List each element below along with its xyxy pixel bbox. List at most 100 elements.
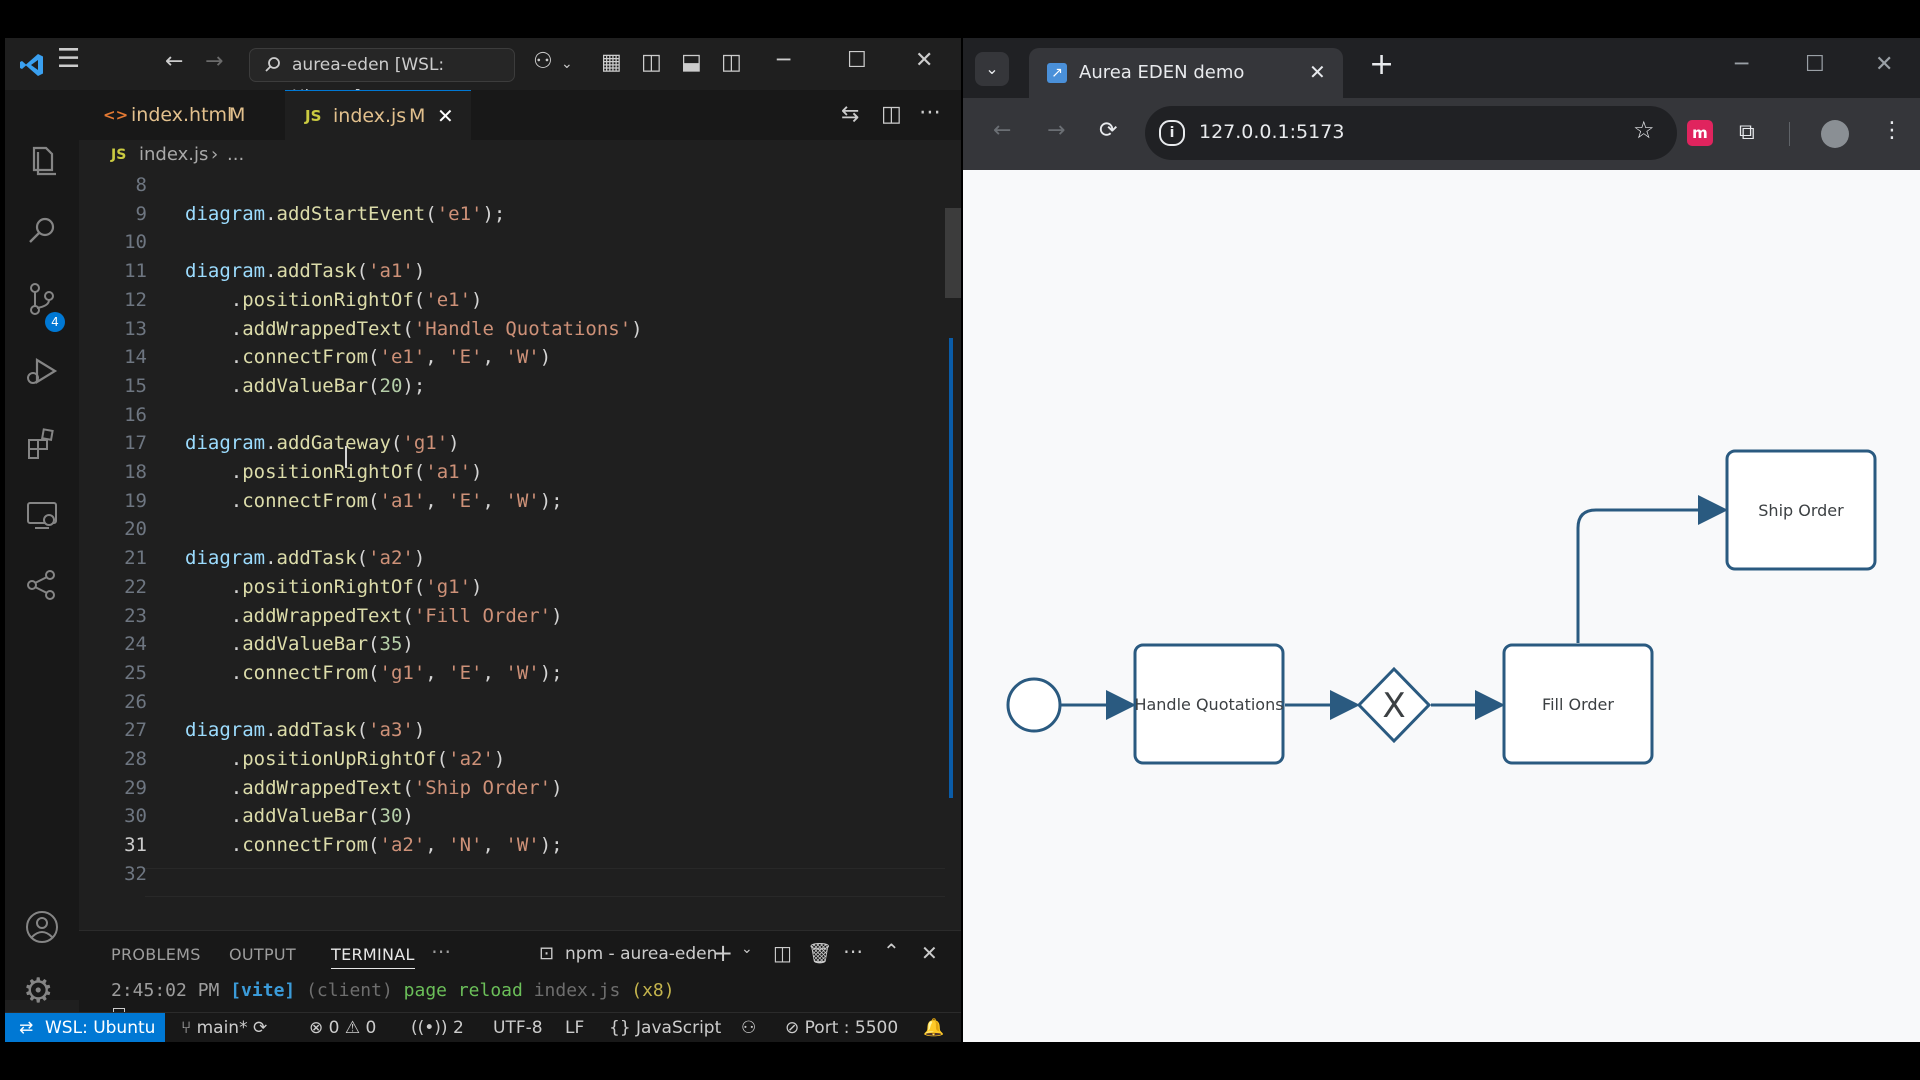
- terminal-scope: (client): [306, 980, 393, 1001]
- terminal-time: 2:45:02 PM: [111, 980, 220, 1001]
- new-tab-plus-icon[interactable]: +: [1369, 50, 1394, 80]
- copilot-status-icon[interactable]: ⚇: [741, 1013, 756, 1042]
- editor-scrollbar-thumb[interactable]: [945, 208, 961, 298]
- code-line: .positionUpRightOf('a2'): [185, 748, 506, 770]
- gateway-marker: X: [1382, 686, 1405, 726]
- tab-index-html[interactable]: <> index.html M: [79, 90, 285, 140]
- close-panel-icon[interactable]: ✕: [921, 941, 938, 965]
- back-arrow-icon[interactable]: ←: [993, 118, 1011, 143]
- open-changes-icon[interactable]: ⇆: [841, 104, 859, 126]
- browser-toolbar: ← → ⟳ i 127.0.0.1:5173 ☆ m ⧉ ⋮: [963, 98, 1920, 170]
- maximize-icon[interactable]: ☐: [847, 50, 867, 72]
- bookmark-star-icon[interactable]: ☆: [1633, 116, 1655, 144]
- encoding-indicator[interactable]: UTF-8: [493, 1013, 543, 1042]
- terminal-output-line: 2:45:02 PM [vite] (client) page reload i…: [111, 980, 675, 1001]
- ports-indicator[interactable]: ((•)) 2: [411, 1013, 464, 1042]
- split-terminal-icon[interactable]: ◫: [773, 941, 792, 965]
- site-info-icon[interactable]: i: [1159, 120, 1185, 146]
- diagram-extension-icon[interactable]: [23, 566, 61, 604]
- toggle-panel-icon[interactable]: ⬓: [681, 52, 702, 74]
- remote-indicator[interactable]: ⇄ WSL: Ubuntu: [5, 1013, 165, 1042]
- favicon-icon: ↗: [1047, 63, 1067, 83]
- gateway-g1[interactable]: X: [1356, 666, 1432, 744]
- customize-layout-icon[interactable]: ▦: [601, 52, 622, 74]
- run-and-debug-icon[interactable]: [23, 352, 61, 390]
- new-terminal-icon[interactable]: +: [713, 939, 733, 967]
- sequence-flow-a2-a3: [1576, 495, 1728, 643]
- code-line: .connectFrom('e1', 'E', 'W'): [185, 346, 552, 369]
- toggle-secondary-sidebar-icon[interactable]: ◫: [721, 52, 742, 74]
- code-editor[interactable]: 8 9 diagram.addStartEvent('e1'); 10 11 diagra…: [79, 170, 949, 930]
- more-panel-tabs-icon[interactable]: ⋯: [431, 939, 451, 963]
- js-file-icon: JS: [111, 147, 127, 163]
- tab-search-chevron-icon[interactable]: ⌄: [975, 52, 1009, 86]
- accounts-icon[interactable]: [23, 908, 61, 946]
- terminal-name[interactable]: npm - aurea-eden: [565, 944, 717, 964]
- back-arrow-icon[interactable]: ←: [165, 51, 183, 73]
- eol-indicator[interactable]: LF: [565, 1013, 584, 1042]
- breadcrumb-separator-icon: ›: [211, 144, 219, 165]
- chrome-menu-kebab-icon[interactable]: ⋮: [1881, 118, 1903, 143]
- task-label: Handle Quotations: [1134, 695, 1283, 714]
- tab-terminal[interactable]: TERMINAL: [331, 945, 415, 969]
- kill-terminal-trash-icon[interactable]: 🗑: [807, 941, 832, 965]
- line-number: 23: [124, 604, 147, 627]
- close-icon[interactable]: ✕: [915, 50, 933, 72]
- line-number: 24: [124, 633, 147, 656]
- split-editor-icon[interactable]: ◫: [881, 104, 902, 126]
- task-a2[interactable]: Fill Order: [1502, 643, 1654, 765]
- branch-indicator[interactable]: ⑂ main* ⟳: [181, 1013, 267, 1042]
- warning-icon: ⚠: [344, 1018, 361, 1038]
- settings-gear-icon[interactable]: ⚙: [23, 974, 53, 1008]
- chevron-down-icon[interactable]: ⌄: [561, 53, 573, 75]
- remote-icon: ⇄: [19, 1018, 34, 1038]
- url-text: 127.0.0.1:5173: [1199, 121, 1345, 143]
- extensions-puzzle-icon[interactable]: ⧉: [1739, 120, 1755, 145]
- live-server-port[interactable]: ⊘ Port : 5500: [785, 1013, 898, 1042]
- port-label: Port : 5500: [804, 1018, 899, 1038]
- breadcrumb-file[interactable]: index.js: [139, 140, 208, 170]
- minimize-icon[interactable]: ─: [1735, 52, 1748, 77]
- tab-label: index.js: [333, 105, 407, 127]
- activity-bar: 4 ⚙: [5, 90, 79, 1008]
- maximize-panel-icon[interactable]: ⌃: [883, 939, 900, 963]
- close-tab-icon[interactable]: ✕: [1309, 60, 1326, 84]
- title-bar: ☰ ← → aurea-eden [WSL: Ubuntu] ⚇ ⌄ ▦ ◫ ⬓…: [5, 38, 961, 107]
- extension-red-icon[interactable]: m: [1687, 120, 1713, 146]
- explorer-icon[interactable]: [23, 142, 61, 180]
- profile-avatar[interactable]: [1821, 120, 1849, 148]
- more-actions-icon[interactable]: ⋯: [919, 102, 941, 124]
- task-a3[interactable]: Ship Order: [1725, 449, 1877, 571]
- forward-arrow-icon[interactable]: →: [1047, 118, 1065, 143]
- address-bar[interactable]: i 127.0.0.1:5173 ☆: [1145, 106, 1677, 160]
- line-number: 28: [124, 748, 147, 770]
- breadcrumb-symbol[interactable]: ...: [227, 140, 244, 170]
- more-actions-icon[interactable]: ⋯: [843, 939, 863, 963]
- start-event-e1[interactable]: [1006, 677, 1062, 733]
- tab-index-js[interactable]: JS index.js M ✕: [285, 90, 471, 141]
- browser-tab-active[interactable]: ↗ Aurea EDEN demo ✕: [1029, 48, 1343, 98]
- reload-icon[interactable]: ⟳: [1099, 118, 1117, 143]
- chevron-down-icon[interactable]: ⌄: [741, 941, 753, 957]
- minimize-icon[interactable]: ─: [777, 50, 790, 72]
- task-a1[interactable]: Handle Quotations: [1133, 643, 1285, 765]
- extensions-icon[interactable]: [23, 424, 61, 462]
- close-tab-icon[interactable]: ✕: [437, 91, 454, 141]
- tab-problems[interactable]: PROBLEMS: [111, 945, 201, 964]
- copilot-icon[interactable]: ⚇: [533, 51, 553, 73]
- menu-icon[interactable]: ☰: [57, 46, 80, 72]
- command-center-search[interactable]: aurea-eden [WSL: Ubuntu]: [249, 48, 515, 107]
- terminal-tag: [vite]: [230, 980, 296, 1001]
- problems-indicator[interactable]: ⊗ 0 ⚠ 0: [309, 1013, 376, 1042]
- close-window-icon[interactable]: ✕: [1875, 52, 1893, 77]
- maximize-icon[interactable]: ☐: [1805, 52, 1825, 77]
- search-icon[interactable]: [23, 212, 61, 250]
- language-indicator[interactable]: {} JavaScript: [609, 1013, 721, 1042]
- tab-output[interactable]: OUTPUT: [229, 945, 296, 964]
- notifications-bell-icon[interactable]: 🔔: [923, 1013, 944, 1042]
- code-line: .connectFrom('g1', 'E', 'W');: [185, 661, 563, 684]
- toggle-sidebar-icon[interactable]: ◫: [641, 52, 662, 74]
- remote-explorer-icon[interactable]: [23, 496, 61, 534]
- forward-arrow-icon[interactable]: →: [205, 51, 223, 73]
- code-line: .positionRightOf('g1'): [185, 575, 483, 598]
